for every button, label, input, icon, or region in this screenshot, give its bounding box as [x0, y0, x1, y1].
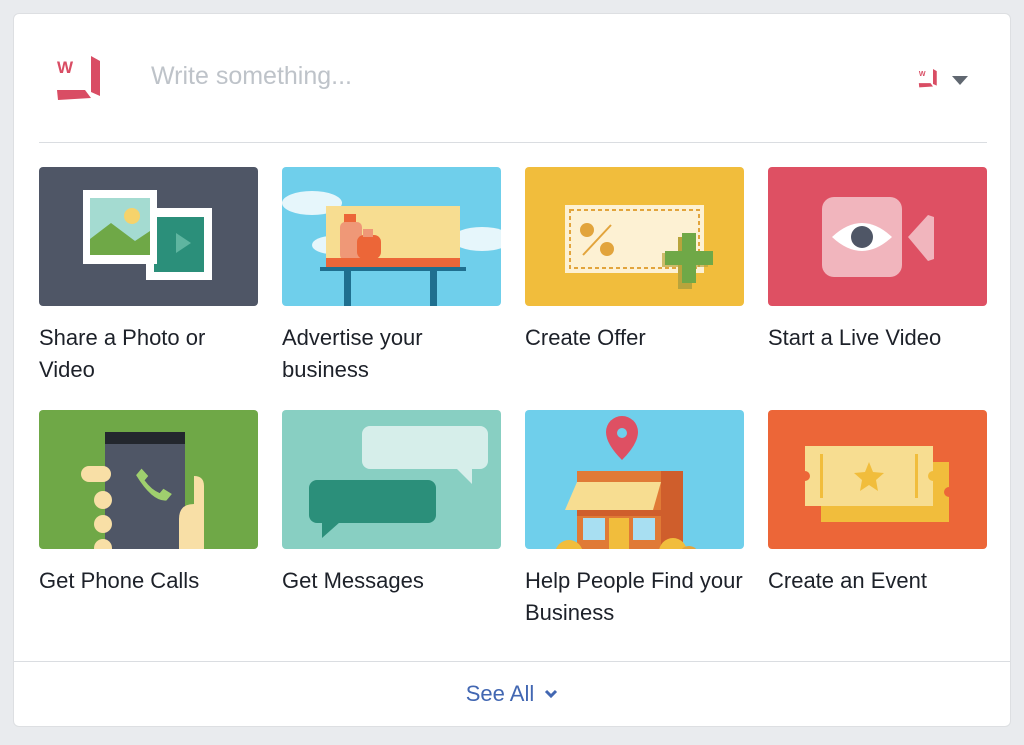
action-label: Create Offer [525, 325, 646, 350]
write-something-input[interactable] [151, 62, 751, 91]
action-label: Get Messages [282, 568, 424, 593]
coupon-plus-illustration-icon [525, 167, 744, 306]
chat-bubbles-illustration-icon [282, 410, 501, 549]
action-label: Start a Live Video [768, 325, 942, 350]
page-avatar-icon: W [918, 69, 937, 88]
composer: W W [14, 14, 1010, 142]
chevron-down-icon [545, 689, 558, 699]
caret-down-icon[interactable] [952, 76, 968, 85]
action-get-phone-calls[interactable]: Get Phone Calls [39, 410, 258, 597]
see-all-button[interactable]: See All [14, 662, 1010, 726]
action-create-event[interactable]: Create an Event [768, 410, 987, 597]
identity-selector[interactable]: W [914, 66, 974, 92]
composer-divider [39, 142, 987, 143]
photo-video-illustration-icon [39, 167, 258, 306]
billboard-illustration-icon [282, 167, 501, 306]
action-advertise-business[interactable]: Advertise your business [282, 167, 501, 386]
logo-letter: W [57, 58, 74, 77]
action-label: Get Phone Calls [39, 568, 200, 593]
action-help-find-business[interactable]: Help People Find your Business [525, 410, 744, 629]
create-post-card: W W Share a Photo or Video [13, 13, 1011, 727]
event-ticket-illustration-icon [768, 410, 987, 549]
svg-text:W: W [919, 70, 926, 78]
phone-call-illustration-icon [39, 410, 258, 549]
action-label: Share a Photo or Video [39, 325, 206, 382]
action-label: Create an Event [768, 568, 927, 593]
storefront-pin-illustration-icon [525, 410, 744, 549]
live-video-eye-illustration-icon [768, 167, 987, 306]
page-logo-icon: W [57, 56, 100, 100]
action-share-photo-video[interactable]: Share a Photo or Video [39, 167, 258, 386]
action-label: Help People Find your Business [525, 568, 743, 625]
action-create-offer[interactable]: Create Offer [525, 167, 744, 354]
action-get-messages[interactable]: Get Messages [282, 410, 501, 597]
action-start-live-video[interactable]: Start a Live Video [768, 167, 987, 354]
see-all-label: See All [465, 681, 535, 706]
action-label: Advertise your business [282, 325, 423, 382]
